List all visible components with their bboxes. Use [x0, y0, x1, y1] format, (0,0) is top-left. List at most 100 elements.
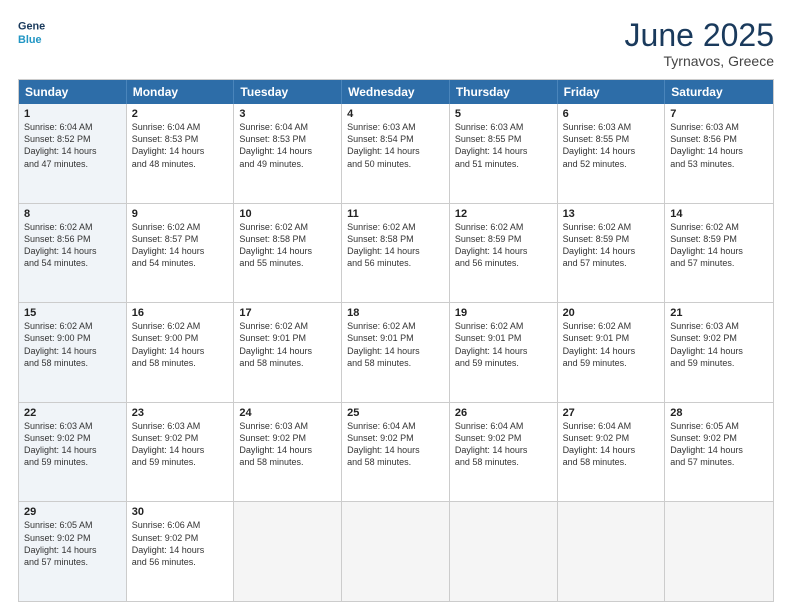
cell-2-wed: 11 Sunrise: 6:02 AMSunset: 8:58 PMDaylig… — [342, 204, 450, 303]
cell-info: Sunrise: 6:03 AMSunset: 9:02 PMDaylight:… — [132, 420, 229, 469]
cell-3-sat: 21 Sunrise: 6:03 AMSunset: 9:02 PMDaylig… — [665, 303, 773, 402]
logo: General Blue — [18, 18, 46, 46]
cell-info: Sunrise: 6:03 AMSunset: 9:02 PMDaylight:… — [670, 320, 768, 369]
cell-info: Sunrise: 6:02 AMSunset: 9:01 PMDaylight:… — [455, 320, 552, 369]
header-wednesday: Wednesday — [342, 80, 450, 104]
cell-1-sun: 1 Sunrise: 6:04 AMSunset: 8:52 PMDayligh… — [19, 104, 127, 203]
day-num: 17 — [239, 307, 336, 319]
cell-info: Sunrise: 6:02 AMSunset: 8:56 PMDaylight:… — [24, 221, 121, 270]
logo-icon: General Blue — [18, 18, 46, 46]
cell-4-thu: 26 Sunrise: 6:04 AMSunset: 9:02 PMDaylig… — [450, 403, 558, 502]
cell-4-fri: 27 Sunrise: 6:04 AMSunset: 9:02 PMDaylig… — [558, 403, 666, 502]
header-tuesday: Tuesday — [234, 80, 342, 104]
page: General Blue June 2025 Tyrnavos, Greece … — [0, 0, 792, 612]
cell-info: Sunrise: 6:04 AMSunset: 8:52 PMDaylight:… — [24, 121, 121, 170]
cell-info: Sunrise: 6:02 AMSunset: 8:59 PMDaylight:… — [455, 221, 552, 270]
cell-1-wed: 4 Sunrise: 6:03 AMSunset: 8:54 PMDayligh… — [342, 104, 450, 203]
cell-2-sat: 14 Sunrise: 6:02 AMSunset: 8:59 PMDaylig… — [665, 204, 773, 303]
day-num: 4 — [347, 108, 444, 120]
month-title: June 2025 — [625, 18, 774, 53]
cell-info: Sunrise: 6:03 AMSunset: 8:54 PMDaylight:… — [347, 121, 444, 170]
day-num: 1 — [24, 108, 121, 120]
cell-info: Sunrise: 6:05 AMSunset: 9:02 PMDaylight:… — [670, 420, 768, 469]
cell-3-mon: 16 Sunrise: 6:02 AMSunset: 9:00 PMDaylig… — [127, 303, 235, 402]
day-num: 22 — [24, 407, 121, 419]
cell-info: Sunrise: 6:06 AMSunset: 9:02 PMDaylight:… — [132, 519, 229, 568]
cell-5-thu-empty — [450, 502, 558, 601]
day-num: 26 — [455, 407, 552, 419]
cell-1-sat: 7 Sunrise: 6:03 AMSunset: 8:56 PMDayligh… — [665, 104, 773, 203]
day-num: 16 — [132, 307, 229, 319]
cell-1-mon: 2 Sunrise: 6:04 AMSunset: 8:53 PMDayligh… — [127, 104, 235, 203]
day-num: 15 — [24, 307, 121, 319]
cell-info: Sunrise: 6:03 AMSunset: 8:55 PMDaylight:… — [563, 121, 660, 170]
day-num: 2 — [132, 108, 229, 120]
cell-5-mon: 30 Sunrise: 6:06 AMSunset: 9:02 PMDaylig… — [127, 502, 235, 601]
cell-info: Sunrise: 6:03 AMSunset: 9:02 PMDaylight:… — [239, 420, 336, 469]
cell-3-wed: 18 Sunrise: 6:02 AMSunset: 9:01 PMDaylig… — [342, 303, 450, 402]
day-num: 12 — [455, 208, 552, 220]
week-row-3: 15 Sunrise: 6:02 AMSunset: 9:00 PMDaylig… — [19, 302, 773, 402]
cell-info: Sunrise: 6:03 AMSunset: 9:02 PMDaylight:… — [24, 420, 121, 469]
cell-1-tue: 3 Sunrise: 6:04 AMSunset: 8:53 PMDayligh… — [234, 104, 342, 203]
cell-3-sun: 15 Sunrise: 6:02 AMSunset: 9:00 PMDaylig… — [19, 303, 127, 402]
cell-5-sat-empty — [665, 502, 773, 601]
cell-5-sun: 29 Sunrise: 6:05 AMSunset: 9:02 PMDaylig… — [19, 502, 127, 601]
day-num: 18 — [347, 307, 444, 319]
title-block: June 2025 Tyrnavos, Greece — [625, 18, 774, 69]
day-num: 6 — [563, 108, 660, 120]
cell-2-sun: 8 Sunrise: 6:02 AMSunset: 8:56 PMDayligh… — [19, 204, 127, 303]
cell-5-wed-empty — [342, 502, 450, 601]
cell-5-tue-empty — [234, 502, 342, 601]
cell-info: Sunrise: 6:02 AMSunset: 9:01 PMDaylight:… — [239, 320, 336, 369]
header-monday: Monday — [127, 80, 235, 104]
cell-info: Sunrise: 6:02 AMSunset: 9:01 PMDaylight:… — [347, 320, 444, 369]
cell-1-fri: 6 Sunrise: 6:03 AMSunset: 8:55 PMDayligh… — [558, 104, 666, 203]
cell-4-mon: 23 Sunrise: 6:03 AMSunset: 9:02 PMDaylig… — [127, 403, 235, 502]
cell-info: Sunrise: 6:04 AMSunset: 8:53 PMDaylight:… — [239, 121, 336, 170]
cell-2-tue: 10 Sunrise: 6:02 AMSunset: 8:58 PMDaylig… — [234, 204, 342, 303]
cell-info: Sunrise: 6:02 AMSunset: 8:59 PMDaylight:… — [670, 221, 768, 270]
cell-info: Sunrise: 6:04 AMSunset: 9:02 PMDaylight:… — [347, 420, 444, 469]
week-row-1: 1 Sunrise: 6:04 AMSunset: 8:52 PMDayligh… — [19, 104, 773, 203]
cell-4-tue: 24 Sunrise: 6:03 AMSunset: 9:02 PMDaylig… — [234, 403, 342, 502]
day-num: 3 — [239, 108, 336, 120]
cell-info: Sunrise: 6:02 AMSunset: 8:58 PMDaylight:… — [239, 221, 336, 270]
day-num: 14 — [670, 208, 768, 220]
cell-5-fri-empty — [558, 502, 666, 601]
cell-info: Sunrise: 6:05 AMSunset: 9:02 PMDaylight:… — [24, 519, 121, 568]
cell-info: Sunrise: 6:02 AMSunset: 9:00 PMDaylight:… — [24, 320, 121, 369]
week-row-4: 22 Sunrise: 6:03 AMSunset: 9:02 PMDaylig… — [19, 402, 773, 502]
cell-1-thu: 5 Sunrise: 6:03 AMSunset: 8:55 PMDayligh… — [450, 104, 558, 203]
header-thursday: Thursday — [450, 80, 558, 104]
day-num: 8 — [24, 208, 121, 220]
cell-info: Sunrise: 6:03 AMSunset: 8:56 PMDaylight:… — [670, 121, 768, 170]
cell-info: Sunrise: 6:04 AMSunset: 8:53 PMDaylight:… — [132, 121, 229, 170]
subtitle: Tyrnavos, Greece — [625, 53, 774, 69]
cell-info: Sunrise: 6:02 AMSunset: 8:59 PMDaylight:… — [563, 221, 660, 270]
day-num: 11 — [347, 208, 444, 220]
cell-info: Sunrise: 6:04 AMSunset: 9:02 PMDaylight:… — [563, 420, 660, 469]
cell-4-wed: 25 Sunrise: 6:04 AMSunset: 9:02 PMDaylig… — [342, 403, 450, 502]
day-num: 9 — [132, 208, 229, 220]
day-num: 5 — [455, 108, 552, 120]
day-num: 13 — [563, 208, 660, 220]
header-saturday: Saturday — [665, 80, 773, 104]
day-num: 23 — [132, 407, 229, 419]
cell-3-tue: 17 Sunrise: 6:02 AMSunset: 9:01 PMDaylig… — [234, 303, 342, 402]
day-num: 28 — [670, 407, 768, 419]
cell-info: Sunrise: 6:04 AMSunset: 9:02 PMDaylight:… — [455, 420, 552, 469]
cell-2-fri: 13 Sunrise: 6:02 AMSunset: 8:59 PMDaylig… — [558, 204, 666, 303]
day-num: 27 — [563, 407, 660, 419]
day-num: 19 — [455, 307, 552, 319]
cell-2-mon: 9 Sunrise: 6:02 AMSunset: 8:57 PMDayligh… — [127, 204, 235, 303]
day-num: 25 — [347, 407, 444, 419]
calendar-header: Sunday Monday Tuesday Wednesday Thursday… — [19, 80, 773, 104]
cell-3-fri: 20 Sunrise: 6:02 AMSunset: 9:01 PMDaylig… — [558, 303, 666, 402]
calendar-body: 1 Sunrise: 6:04 AMSunset: 8:52 PMDayligh… — [19, 104, 773, 601]
day-num: 20 — [563, 307, 660, 319]
cell-info: Sunrise: 6:02 AMSunset: 8:58 PMDaylight:… — [347, 221, 444, 270]
day-num: 29 — [24, 506, 121, 518]
day-num: 30 — [132, 506, 229, 518]
week-row-5: 29 Sunrise: 6:05 AMSunset: 9:02 PMDaylig… — [19, 501, 773, 601]
